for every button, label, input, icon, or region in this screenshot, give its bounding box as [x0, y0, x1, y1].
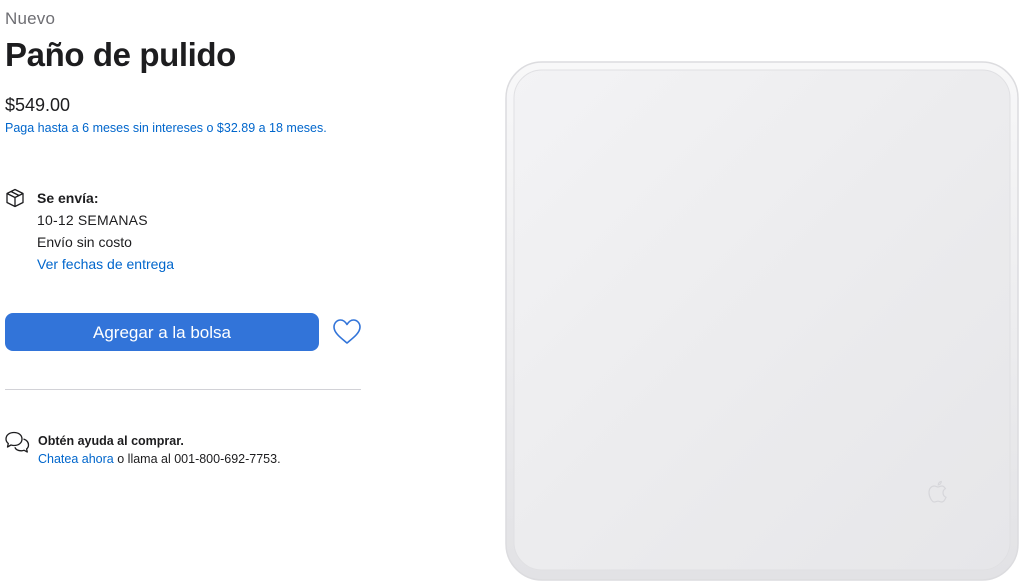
product-title: Paño de pulido [5, 36, 236, 73]
new-badge: Nuevo [5, 9, 56, 28]
box-icon [6, 188, 24, 208]
heart-icon[interactable] [332, 318, 362, 346]
help-contact-line: Chatea ahora o llama al 001-800-692-7753… [38, 452, 281, 466]
polishing-cloth-image [505, 61, 1019, 581]
shipping-cost: Envío sin costo [37, 234, 132, 250]
help-title: Obtén ayuda al comprar. [38, 434, 184, 448]
shipping-time: 10-12 SEMANAS [37, 212, 148, 228]
delivery-dates-link[interactable]: Ver fechas de entrega [37, 256, 174, 272]
divider [5, 389, 361, 390]
chat-now-link[interactable]: Chatea ahora [38, 452, 114, 466]
chat-bubbles-icon [5, 431, 30, 453]
product-price: $549.00 [5, 95, 71, 115]
financing-link[interactable]: Paga hasta a 6 meses sin intereses o $32… [5, 121, 327, 135]
call-text: o llama al 001-800-692-7753. [113, 452, 281, 466]
product-page: Nuevo Paño de pulido $549.00 Paga hasta … [0, 0, 1024, 586]
add-to-bag-button[interactable]: Agregar a la bolsa [5, 313, 319, 351]
shipping-label: Se envía: [37, 190, 99, 206]
